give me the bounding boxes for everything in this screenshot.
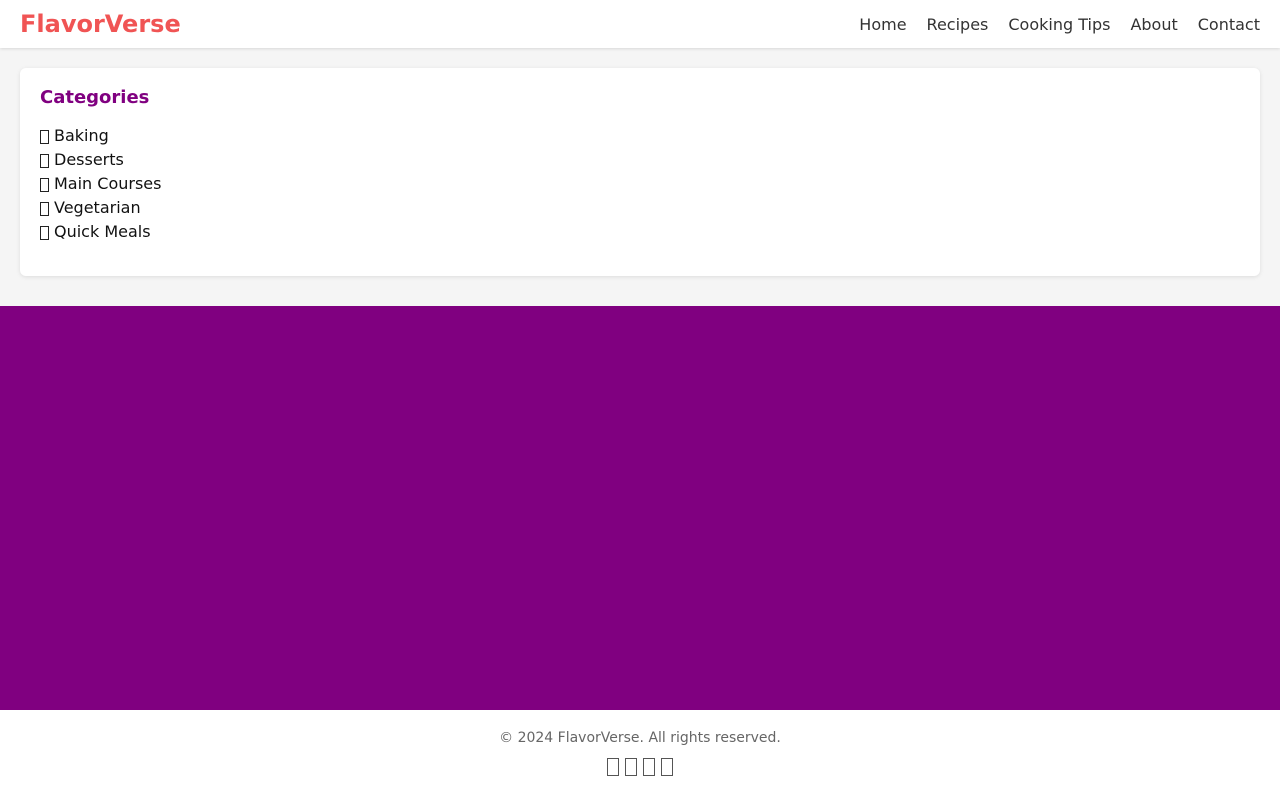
social-icon-3[interactable]: [643, 758, 655, 776]
social-icon-4[interactable]: [661, 758, 673, 776]
social-icons: [0, 758, 1280, 776]
top-navbar: FlavorVerse Home Recipes Cooking Tips Ab…: [0, 0, 1280, 48]
category-item-desserts[interactable]: Desserts: [40, 148, 1240, 172]
category-label: Baking: [54, 126, 109, 145]
main-nav: Home Recipes Cooking Tips About Contact: [839, 15, 1260, 34]
category-item-baking[interactable]: Baking: [40, 124, 1240, 148]
nav-contact-link[interactable]: Contact: [1198, 15, 1260, 34]
brand-logo[interactable]: FlavorVerse: [20, 10, 181, 38]
nav-cooking-tips-link[interactable]: Cooking Tips: [1008, 15, 1110, 34]
categories-title: Categories: [40, 87, 150, 108]
category-icon: [40, 154, 49, 168]
nav-home-link[interactable]: Home: [859, 15, 906, 34]
social-icon-2[interactable]: [625, 758, 637, 776]
category-icon: [40, 178, 49, 192]
category-label: Quick Meals: [54, 222, 151, 241]
categories-card: Categories Baking Desserts Main Courses …: [20, 68, 1260, 276]
category-icon: [40, 130, 49, 144]
category-icon: [40, 226, 49, 240]
category-label: Vegetarian: [54, 198, 141, 217]
category-icon: [40, 202, 49, 216]
nav-about-link[interactable]: About: [1130, 15, 1177, 34]
nav-recipes-link[interactable]: Recipes: [927, 15, 989, 34]
site-footer: © 2024 FlavorVerse. All rights reserved.: [0, 710, 1280, 800]
category-list: Baking Desserts Main Courses Vegetarian …: [40, 124, 1240, 244]
category-item-main-courses[interactable]: Main Courses: [40, 172, 1240, 196]
category-label: Desserts: [54, 150, 124, 169]
social-icon-1[interactable]: [607, 758, 619, 776]
category-item-quick-meals[interactable]: Quick Meals: [40, 220, 1240, 244]
category-label: Main Courses: [54, 174, 162, 193]
category-item-vegetarian[interactable]: Vegetarian: [40, 196, 1240, 220]
copyright-text: © 2024 FlavorVerse. All rights reserved.: [499, 730, 781, 746]
hero-band: [0, 306, 1280, 710]
